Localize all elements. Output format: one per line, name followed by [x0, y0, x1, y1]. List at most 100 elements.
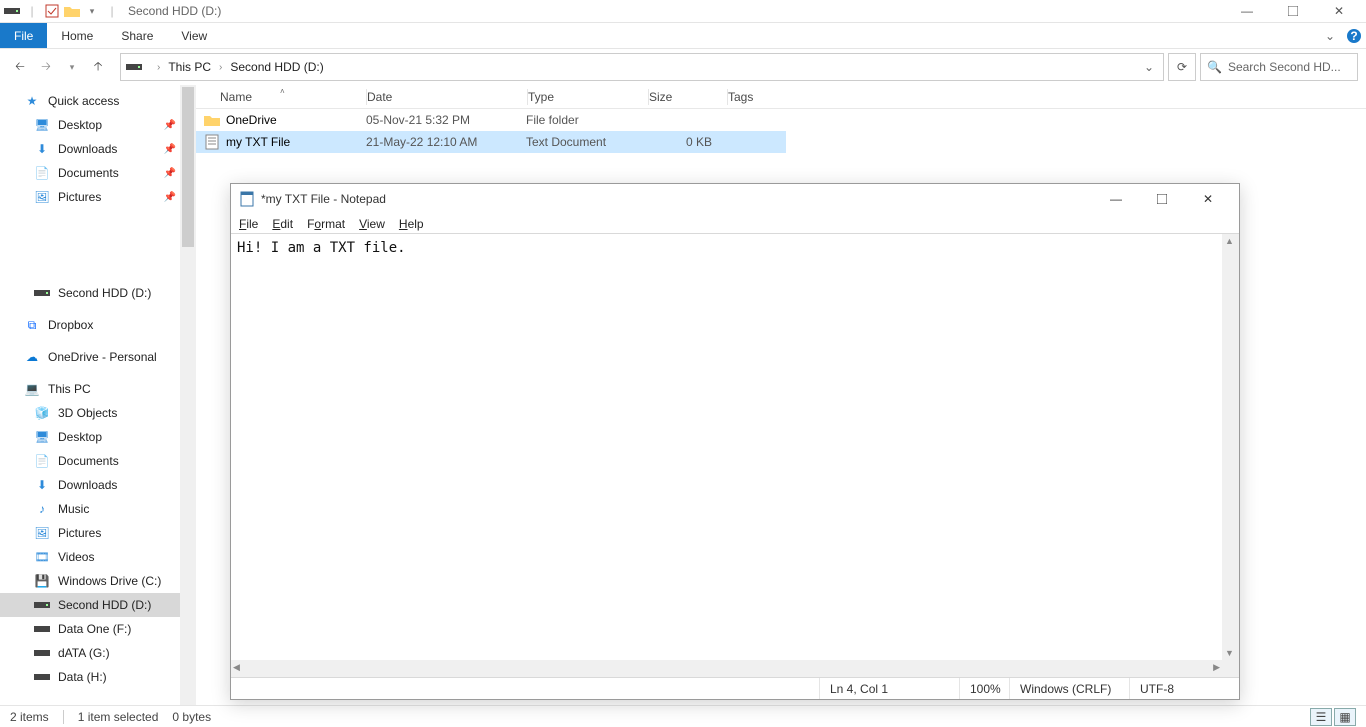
view-details-button[interactable]: ☰	[1310, 708, 1332, 726]
sidebar-item-label: Data (H:)	[58, 670, 107, 684]
nav-up-button[interactable]: 🡡	[86, 55, 110, 79]
close-button[interactable]: ✕	[1185, 184, 1231, 214]
sidebar-item-label: Second HDD (D:)	[58, 286, 151, 300]
view-large-button[interactable]: ▦	[1334, 708, 1356, 726]
menu-file[interactable]: File	[239, 217, 258, 231]
sidebar-item-label: 3D Objects	[58, 406, 117, 420]
sidebar-item-music[interactable]: ♪Music	[0, 497, 196, 521]
address-dropdown-icon[interactable]: ⌄	[1139, 60, 1159, 74]
sidebar-item-dropbox[interactable]: ⧉Dropbox	[0, 313, 196, 337]
tab-view[interactable]: View	[167, 23, 221, 48]
column-headers[interactable]: Name˄ Date Type Size Tags	[196, 85, 1366, 109]
sidebar-item-windows-drive[interactable]: 💾Windows Drive (C:)	[0, 569, 196, 593]
sidebar-item-desktop[interactable]: 🖥Desktop📌	[0, 113, 196, 137]
sidebar-item-3d-objects[interactable]: 🧊 3D Objects	[0, 401, 196, 425]
refresh-button[interactable]: ⟳	[1168, 53, 1196, 81]
col-size[interactable]: Size	[649, 90, 727, 104]
col-name[interactable]: Name˄	[220, 90, 366, 104]
menu-view[interactable]: View	[359, 217, 385, 231]
star-icon: ★	[24, 93, 40, 109]
sidebar-item-label: Documents	[58, 454, 119, 468]
folder-icon	[204, 112, 220, 128]
nav-forward-button[interactable]: 🡢	[34, 55, 58, 79]
resize-grip[interactable]	[1222, 660, 1239, 677]
pin-icon: 📌	[164, 144, 176, 155]
maximize-button[interactable]	[1139, 184, 1185, 214]
menu-edit[interactable]: Edit	[272, 217, 293, 231]
explorer-title-bar: | ▾ | Second HDD (D:) ― ✕	[0, 0, 1366, 23]
sidebar-item-data-one[interactable]: Data One (F:)	[0, 617, 196, 641]
search-input[interactable]: 🔍 Search Second HD...	[1200, 53, 1358, 81]
sort-asc-icon: ˄	[280, 87, 285, 96]
sidebar-this-pc[interactable]: 💻This PC	[0, 377, 196, 401]
qat-folder-icon[interactable]	[64, 3, 80, 19]
sidebar-item-documents[interactable]: 📄Documents	[0, 449, 196, 473]
sidebar-item-second-hdd[interactable]: Second HDD (D:)	[0, 593, 196, 617]
notepad-editor[interactable]: Hi! I am a TXT file.	[231, 234, 1239, 677]
col-type[interactable]: Type	[528, 90, 648, 104]
tab-home[interactable]: Home	[47, 23, 107, 48]
sidebar-item-onedrive[interactable]: ☁OneDrive - Personal	[0, 345, 196, 369]
svg-text:?: ?	[1350, 29, 1357, 43]
notepad-title-bar[interactable]: *my TXT File - Notepad ― ✕	[231, 184, 1239, 214]
minimize-button[interactable]: ―	[1224, 0, 1270, 23]
breadcrumb-sep[interactable]: ›	[213, 62, 228, 73]
sidebar-scrollbar[interactable]	[180, 85, 196, 705]
nav-recent-dropdown[interactable]: ▾	[60, 55, 84, 79]
sidebar-item-pictures[interactable]: 🖼Pictures	[0, 521, 196, 545]
status-selected: 1 item selected	[78, 710, 159, 724]
maximize-button[interactable]	[1270, 0, 1316, 23]
file-date: 21-May-22 12:10 AM	[366, 135, 526, 149]
menu-help[interactable]: Help	[399, 217, 424, 231]
sidebar-item-downloads[interactable]: ⬇Downloads📌	[0, 137, 196, 161]
tab-share[interactable]: Share	[107, 23, 167, 48]
breadcrumb-drive[interactable]: Second HDD (D:)	[228, 60, 325, 74]
table-row[interactable]: my TXT File 21-May-22 12:10 AM Text Docu…	[196, 131, 786, 153]
breadcrumb-sep[interactable]: ›	[151, 62, 166, 73]
notepad-vscrollbar[interactable]	[1222, 234, 1239, 660]
qat-separator: |	[24, 3, 40, 19]
file-name: my TXT File	[226, 135, 366, 149]
table-row[interactable]: OneDrive 05-Nov-21 5:32 PM File folder	[196, 109, 786, 131]
ribbon-collapse-icon[interactable]: ⌄	[1318, 23, 1342, 48]
sidebar-quick-access[interactable]: ★ Quick access	[0, 89, 196, 113]
file-type: Text Document	[526, 135, 646, 149]
sidebar-item-data-h[interactable]: Data (H:)	[0, 665, 196, 689]
menu-format[interactable]: Format	[307, 217, 345, 231]
sidebar-item-label: Videos	[58, 550, 94, 564]
col-date[interactable]: Date	[367, 90, 527, 104]
minimize-button[interactable]: ―	[1093, 184, 1139, 214]
text-file-icon	[204, 134, 220, 150]
sidebar-item-label: Second HDD (D:)	[58, 598, 151, 612]
sidebar-item-data-g[interactable]: dATA (G:)	[0, 641, 196, 665]
qat-dropdown-icon[interactable]: ▾	[84, 3, 100, 19]
status-cursor-pos: Ln 4, Col 1	[819, 678, 959, 699]
breadcrumb-this-pc[interactable]: This PC	[166, 60, 213, 74]
status-bytes: 0 bytes	[172, 710, 211, 724]
address-bar[interactable]: › This PC › Second HDD (D:) ⌄	[120, 53, 1164, 81]
drive-icon	[34, 669, 50, 685]
sidebar-item-downloads[interactable]: ⬇Downloads	[0, 473, 196, 497]
search-placeholder: Search Second HD...	[1228, 60, 1351, 74]
col-tags[interactable]: Tags	[728, 90, 1366, 104]
desktop-icon: 🖥	[34, 429, 50, 445]
sidebar-item-pictures[interactable]: 🖼Pictures📌	[0, 185, 196, 209]
sidebar-item-desktop[interactable]: 🖥 Desktop	[0, 425, 196, 449]
notepad-title: *my TXT File - Notepad	[261, 192, 386, 206]
close-button[interactable]: ✕	[1316, 0, 1362, 23]
sidebar-item-second-hdd[interactable]: Second HDD (D:)	[0, 281, 196, 305]
drive-icon	[34, 597, 50, 613]
video-icon: 🎞	[34, 549, 50, 565]
help-icon[interactable]: ?	[1342, 23, 1366, 48]
sidebar-item-videos[interactable]: 🎞 Videos	[0, 545, 196, 569]
tab-file[interactable]: File	[0, 23, 47, 48]
qat-properties-icon[interactable]	[44, 3, 60, 19]
window-title: Second HDD (D:)	[128, 4, 221, 18]
sidebar-item-label: Documents	[58, 166, 119, 180]
notepad-hscrollbar[interactable]	[231, 660, 1222, 677]
notepad-text[interactable]: Hi! I am a TXT file.	[237, 240, 1221, 659]
cube-icon: 🧊	[34, 405, 50, 421]
sidebar-item-label: Desktop	[58, 430, 102, 444]
nav-back-button[interactable]: 🡠	[8, 55, 32, 79]
sidebar-item-documents[interactable]: 📄Documents📌	[0, 161, 196, 185]
